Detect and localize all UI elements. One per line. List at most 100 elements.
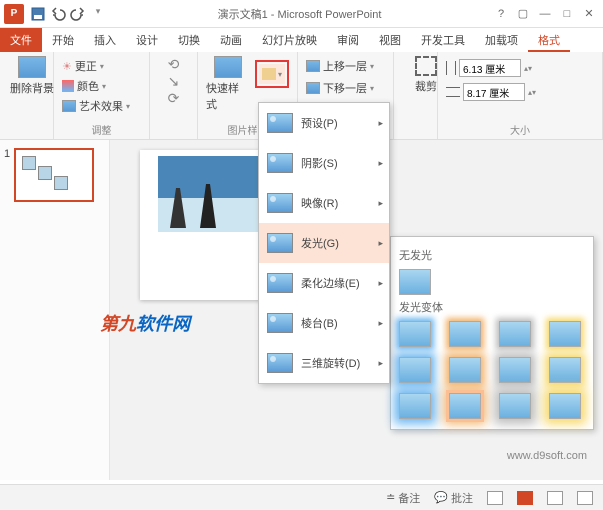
effects-shadow[interactable]: 阴影(S)▸ [259, 143, 389, 183]
glow-none-swatch[interactable] [399, 269, 431, 295]
group-adjust-label: 调整 [62, 120, 141, 137]
backward-icon [306, 82, 320, 94]
width-input[interactable] [463, 83, 525, 101]
slideshow-view-icon[interactable] [577, 491, 593, 505]
redo-icon[interactable] [70, 6, 86, 22]
shadow-icon [267, 153, 293, 173]
minimize-icon[interactable]: — [535, 5, 555, 23]
picture-effects-button[interactable]: ▾ [259, 64, 285, 84]
sorter-view-icon[interactable] [517, 491, 533, 505]
remove-background-button[interactable]: 删除背景 [8, 56, 56, 96]
glow-swatch[interactable] [499, 357, 531, 383]
effects-reflection[interactable]: 映像(R)▸ [259, 183, 389, 223]
send-backward-button[interactable]: 下移一层▾ [306, 80, 385, 96]
glow-swatch[interactable] [449, 357, 481, 383]
tab-design[interactable]: 设计 [126, 28, 168, 52]
tab-transitions[interactable]: 切换 [168, 28, 210, 52]
tab-file[interactable]: 文件 [0, 28, 42, 52]
effects-glow[interactable]: 发光(G)▸ [259, 223, 389, 263]
qat-dropdown-icon[interactable]: ▾ [90, 6, 106, 22]
tab-home[interactable]: 开始 [42, 28, 84, 52]
notes-button[interactable]: ≐ 备注 [386, 490, 420, 506]
glow-swatch[interactable] [549, 357, 581, 383]
ribbon-tabs: 文件 开始 插入 设计 切换 动画 幻灯片放映 审阅 视图 开发工具 加载项 格… [0, 28, 603, 52]
remove-bg-icon [18, 56, 46, 78]
bevel-icon [267, 313, 293, 333]
watermark: 第九软件网 [100, 310, 190, 336]
group-size-label: 大小 [446, 120, 594, 137]
slide-image[interactable] [158, 156, 268, 232]
window-title: 演示文稿1 - Microsoft PowerPoint [108, 6, 491, 22]
tab-addins[interactable]: 加载项 [475, 28, 528, 52]
chevron-right-icon: ▸ [378, 238, 383, 249]
status-bar: ≐ 备注 💬 批注 [0, 484, 603, 510]
tab-review[interactable]: 审阅 [327, 28, 369, 52]
reflection-icon [267, 193, 293, 213]
ribbon-toggle-icon[interactable]: ▢ [513, 5, 533, 23]
tab-developer[interactable]: 开发工具 [411, 28, 475, 52]
chevron-right-icon: ▸ [378, 318, 383, 329]
help-icon[interactable]: ? [491, 5, 511, 23]
undo-icon[interactable] [50, 6, 66, 22]
slide-number: 1 [4, 148, 10, 202]
reading-view-icon[interactable] [547, 491, 563, 505]
bring-forward-button[interactable]: 上移一层▾ [306, 58, 385, 74]
effects-softedge[interactable]: 柔化边缘(E)▸ [259, 263, 389, 303]
chevron-right-icon: ▸ [378, 278, 383, 289]
change-pic-icon[interactable]: ↘ [168, 73, 180, 90]
color-button[interactable]: 颜色▾ [62, 78, 141, 94]
glow-swatch[interactable] [399, 321, 431, 347]
picture-effects-menu: 预设(P)▸ 阴影(S)▸ 映像(R)▸ 发光(G)▸ 柔化边缘(E)▸ 棱台(… [258, 102, 390, 384]
chevron-right-icon: ▸ [378, 118, 383, 129]
crop-icon [415, 56, 437, 76]
tab-view[interactable]: 视图 [369, 28, 411, 52]
tab-animations[interactable]: 动画 [210, 28, 252, 52]
color-icon [62, 80, 74, 92]
maximize-icon[interactable]: □ [557, 5, 577, 23]
quick-styles-button[interactable]: 快速样式 [206, 56, 249, 112]
normal-view-icon[interactable] [487, 491, 503, 505]
slide-thumbnail-panel: 1 [0, 140, 110, 480]
glow-icon [267, 233, 293, 253]
glow-swatch[interactable] [499, 393, 531, 419]
rotate3d-icon [267, 353, 293, 373]
glow-swatch[interactable] [449, 321, 481, 347]
effects-bevel[interactable]: 棱台(B)▸ [259, 303, 389, 343]
save-icon[interactable] [30, 6, 46, 22]
glow-swatch[interactable] [399, 357, 431, 383]
quickstyle-icon [214, 56, 242, 78]
compress-icon[interactable]: ⟲ [168, 56, 180, 73]
tab-insert[interactable]: 插入 [84, 28, 126, 52]
glow-swatch[interactable] [399, 393, 431, 419]
height-icon [446, 61, 456, 75]
effects-preset[interactable]: 预设(P)▸ [259, 103, 389, 143]
chevron-right-icon: ▸ [378, 198, 383, 209]
artistic-icon [62, 100, 76, 112]
app-icon: P [4, 4, 24, 24]
chevron-right-icon: ▸ [378, 358, 383, 369]
artistic-effects-button[interactable]: 艺术效果▾ [62, 98, 141, 114]
comments-button[interactable]: 💬 批注 [434, 490, 473, 506]
glow-swatch[interactable] [549, 393, 581, 419]
width-icon [446, 87, 460, 97]
watermark-url: www.d9soft.com [507, 450, 587, 462]
effects-3drotation[interactable]: 三维旋转(D)▸ [259, 343, 389, 383]
slide-thumbnail-1[interactable] [14, 148, 94, 202]
close-icon[interactable]: ✕ [579, 5, 599, 23]
reset-pic-icon[interactable]: ⟳ [168, 90, 180, 107]
softedge-icon [267, 273, 293, 293]
height-input[interactable] [459, 59, 521, 77]
tab-slideshow[interactable]: 幻灯片放映 [252, 28, 327, 52]
glow-variants-header: 发光变体 [399, 299, 585, 315]
glow-swatch[interactable] [499, 321, 531, 347]
glow-none-header: 无发光 [399, 247, 585, 263]
effects-icon [262, 68, 276, 80]
forward-icon [306, 60, 320, 72]
chevron-right-icon: ▸ [378, 158, 383, 169]
preset-icon [267, 113, 293, 133]
glow-swatch[interactable] [449, 393, 481, 419]
glow-gallery: 无发光 发光变体 [390, 236, 594, 430]
tab-format[interactable]: 格式 [528, 28, 570, 52]
glow-swatch[interactable] [549, 321, 581, 347]
corrections-button[interactable]: ☀更正▾ [62, 58, 141, 74]
